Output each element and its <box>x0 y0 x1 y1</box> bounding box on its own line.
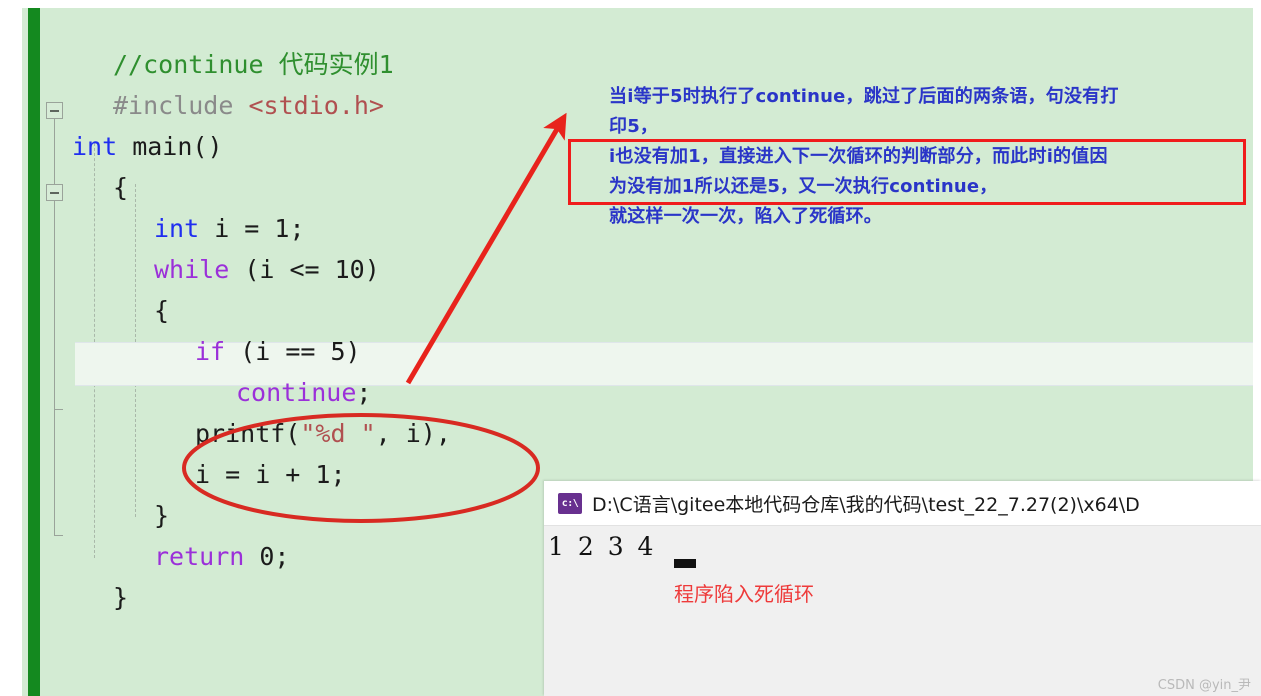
annotation-line: 当i等于5时执行了continue，跳过了后面的两条语，句没有打 <box>609 86 1119 107</box>
code-line[interactable]: while (i <= 10) <box>154 249 380 290</box>
code-token: (i == 5) <box>225 337 361 366</box>
annotation-line: 为没有加1所以还是5，又一次执行continue， <box>609 176 998 197</box>
console-app-icon: c:\ <box>558 492 582 514</box>
csdn-watermark: CSDN @yin_尹 <box>1157 678 1251 693</box>
fold-toggle-while[interactable] <box>46 184 63 201</box>
code-line[interactable]: return 0; <box>154 536 289 577</box>
annotation-line: i也没有加1，直接进入下一次循环的判断部分，而此时i的值因 <box>609 146 1108 167</box>
code-token: main() <box>117 132 223 161</box>
modified-line-change-bar <box>28 8 40 696</box>
code-token: <stdio.h> <box>248 91 384 120</box>
code-token: continue <box>236 378 357 407</box>
code-line[interactable]: i = i + 1; <box>195 454 346 495</box>
code-token: (i <= 10) <box>229 255 380 284</box>
fold-toggle-main[interactable] <box>46 102 63 119</box>
console-output-text: 1 2 3 4 <box>548 532 657 561</box>
code-token: 0; <box>244 542 290 571</box>
annotation-line: 印5， <box>609 116 659 137</box>
annotation-line: 就这样一次一次，陷入了死循环。 <box>609 206 882 227</box>
code-token: return <box>154 542 245 571</box>
code-line[interactable]: continue; <box>236 372 371 413</box>
code-token: } <box>154 501 170 530</box>
code-token: //continue 代码实例1 <box>113 50 394 79</box>
code-token: i = i + 1; <box>195 460 346 489</box>
code-line[interactable]: if (i == 5) <box>195 331 361 372</box>
code-line[interactable]: } <box>113 577 128 618</box>
fold-line-main <box>54 119 55 184</box>
code-line[interactable]: //continue 代码实例1 <box>113 44 394 85</box>
fold-line-main-tail <box>54 409 55 535</box>
console-annotation-note: 程序陷入死循环 <box>674 582 814 606</box>
code-token: ; <box>356 378 372 407</box>
console-titlebar[interactable]: c:\ D:\C语言\gitee本地代码仓库\我的代码\test_22_7.27… <box>544 481 1261 526</box>
code-token: , i), <box>375 419 451 448</box>
code-token: "%d " <box>300 419 376 448</box>
code-line[interactable]: printf("%d ", i), <box>195 413 451 454</box>
fold-tick-while-end <box>54 409 63 410</box>
console-icon-label: c:\ <box>561 497 579 509</box>
code-line[interactable]: int main() <box>72 126 223 167</box>
console-window[interactable]: c:\ D:\C语言\gitee本地代码仓库\我的代码\test_22_7.27… <box>544 481 1261 696</box>
code-token: } <box>113 583 129 612</box>
code-token: #include <box>113 91 249 120</box>
code-token: int <box>154 214 200 243</box>
console-cursor <box>674 559 696 568</box>
fold-line-while <box>54 201 55 409</box>
code-token: while <box>154 255 230 284</box>
console-title-text: D:\C语言\gitee本地代码仓库\我的代码\test_22_7.27(2)\… <box>592 493 1140 516</box>
annotation-text: 当i等于5时执行了continue，跳过了后面的两条语，句没有打 印5， i也没有加… <box>609 82 1253 232</box>
code-line[interactable]: #include <stdio.h> <box>113 85 384 126</box>
code-line[interactable]: { <box>113 167 128 208</box>
fold-tick-main-end <box>54 535 63 536</box>
code-token: printf( <box>195 419 301 448</box>
code-token: { <box>154 296 170 325</box>
code-line[interactable]: } <box>154 495 169 536</box>
code-token: if <box>195 337 226 366</box>
code-token: int <box>72 132 118 161</box>
console-output-area[interactable]: 1 2 3 4 程序陷入死循环 CSDN @yin_尹 <box>544 526 1261 696</box>
code-line[interactable]: int i = 1; <box>154 208 305 249</box>
code-token: i = 1; <box>199 214 305 243</box>
code-token: { <box>113 173 129 202</box>
code-line[interactable]: { <box>154 290 169 331</box>
